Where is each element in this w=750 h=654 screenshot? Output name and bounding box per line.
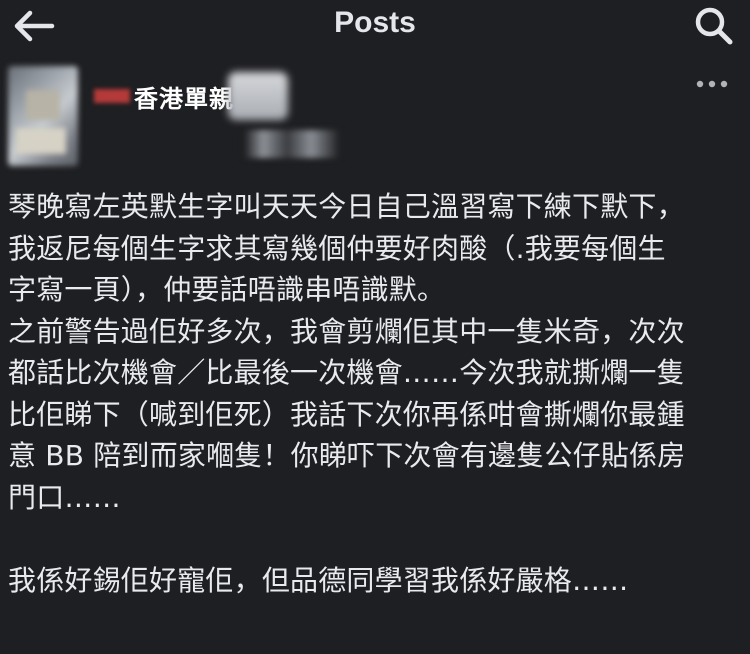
search-icon: [695, 7, 733, 45]
search-button[interactable]: [692, 4, 736, 48]
avatar[interactable]: [8, 66, 78, 166]
author-name[interactable]: 香港單親: [134, 79, 234, 114]
top-bar: Posts: [0, 0, 750, 52]
post-text: 琴晚寫左英默生字叫天天今日自己溫習寫下練下默下， 我返尼每個生字求其寫幾個仲要好…: [8, 190, 686, 597]
post-meta-redaction: [244, 130, 340, 158]
post-header: 香港單親: [0, 58, 750, 168]
author-name-redaction: [228, 72, 288, 120]
author-row[interactable]: 香港單親: [94, 72, 288, 120]
page-title: Posts: [334, 6, 416, 39]
author-name-redaction: [94, 89, 130, 103]
more-horizontal-icon: [696, 80, 728, 88]
more-options-button[interactable]: [692, 74, 732, 94]
